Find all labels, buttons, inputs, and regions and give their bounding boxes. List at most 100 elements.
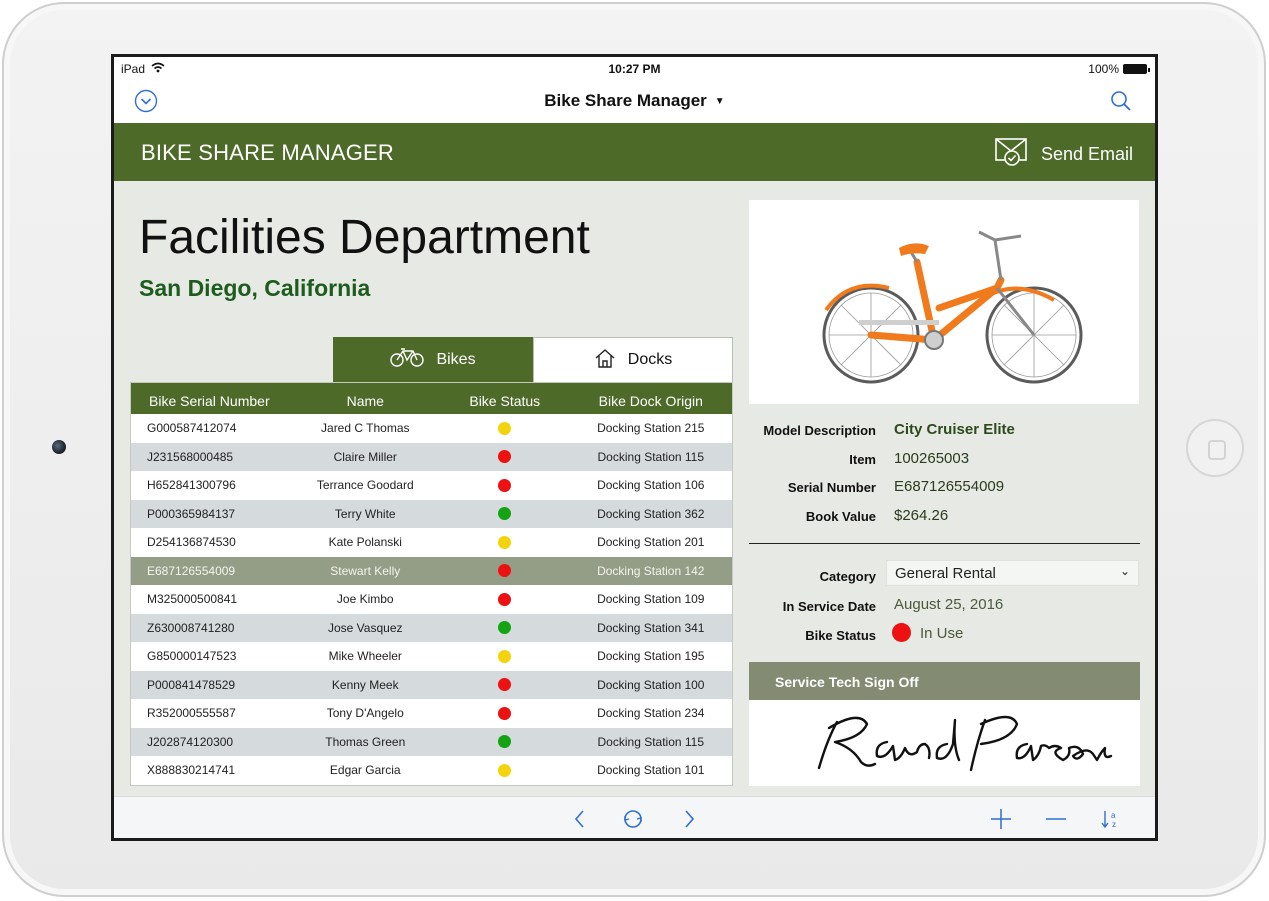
cell-name: Joe Kimbo xyxy=(336,592,394,607)
cell-status xyxy=(440,678,570,692)
table-row[interactable]: Z630008741280 Jose Vasquez Docking Station… xyxy=(131,613,732,642)
tab-bikes-label: Bikes xyxy=(436,350,476,368)
back-arrow-icon[interactable] xyxy=(569,808,591,830)
envelope-check-icon xyxy=(995,137,1029,172)
nav-bar: Bike Share Manager ▼ xyxy=(114,81,1155,123)
cell-name: Mike Wheeler xyxy=(328,649,402,664)
table-row[interactable]: G000587412074 Jared C Thomas Docking Stati… xyxy=(131,414,732,443)
status-dot-icon xyxy=(498,649,512,663)
cell-name: Kate Polanski xyxy=(328,535,402,550)
status-dot-icon xyxy=(498,421,512,435)
table-row[interactable]: P000365984137 Terry White Docking Station … xyxy=(131,499,732,528)
table-row[interactable]: E687126554009 Stewart Kelly Docking Statio… xyxy=(131,556,732,585)
book-value-label: Book Value xyxy=(805,509,876,524)
cell-serial: G000587412074 xyxy=(147,421,237,436)
table-row[interactable]: X888830214741 Edgar Garcia Docking Station… xyxy=(131,756,732,785)
status-bar: iPad 10:27 PM 100% xyxy=(114,57,1155,81)
forward-arrow-icon[interactable] xyxy=(678,808,700,830)
service-date-label: In Service Date xyxy=(782,599,876,614)
bikes-table: Bike Serial Number Name Bike Status Bike… xyxy=(130,382,733,786)
cell-status xyxy=(440,535,570,549)
table-row[interactable]: D254136874530 Kate Polanski Docking Statio… xyxy=(131,528,732,557)
table-body: G000587412074 Jared C Thomas Docking Stati… xyxy=(131,414,732,785)
plus-icon[interactable] xyxy=(990,808,1012,830)
status-dot-icon xyxy=(498,592,512,606)
service-date-value[interactable]: August 25, 2016 xyxy=(894,596,1003,613)
signature xyxy=(817,715,1113,772)
bike-status-value[interactable]: In Use xyxy=(920,625,963,642)
status-dot-icon xyxy=(498,450,512,464)
table-row[interactable]: P000841478529 Kenny Meek Docking Station 1… xyxy=(131,670,732,699)
category-select[interactable]: General Rental ⌄ xyxy=(886,560,1139,586)
status-dot-icon xyxy=(498,478,512,492)
cell-status xyxy=(440,478,570,492)
cell-name: Thomas Green xyxy=(325,734,406,749)
cell-serial: G850000147523 xyxy=(147,649,237,664)
category-value: General Rental xyxy=(895,565,996,582)
cell-status xyxy=(440,507,570,521)
signature-field[interactable] xyxy=(749,700,1140,786)
cell-dock: Docking Station 362 xyxy=(597,506,705,521)
model-label: Model Description xyxy=(763,423,876,438)
department-location: San Diego, California xyxy=(139,275,371,301)
cell-serial: Z630008741280 xyxy=(147,620,235,635)
table-row[interactable]: J202874120300 Thomas Green Docking Station… xyxy=(131,727,732,756)
table-header: Bike Serial Number Name Bike Status Bike… xyxy=(131,383,732,414)
status-dot-icon xyxy=(498,678,512,692)
col-header-serial[interactable]: Bike Serial Number xyxy=(131,393,291,409)
minus-icon[interactable] xyxy=(1045,808,1067,830)
cell-status xyxy=(440,621,570,635)
search-icon[interactable] xyxy=(1109,89,1133,113)
cell-serial: P000365984137 xyxy=(147,506,236,521)
item-label: Item xyxy=(849,452,876,467)
tab-docks[interactable]: Docks xyxy=(533,337,733,382)
bike-photo xyxy=(749,200,1139,404)
table-row[interactable]: H652841300796 Terrance Goodard Docking Sta… xyxy=(131,471,732,500)
camera xyxy=(52,440,66,454)
cell-name: Terry White xyxy=(334,506,396,521)
layout-content: BIKE SHARE MANAGER Send Email Facilities… xyxy=(114,123,1155,796)
cell-dock: Docking Station 101 xyxy=(597,763,705,778)
cell-serial: J202874120300 xyxy=(147,734,234,749)
cell-serial: M325000500841 xyxy=(147,592,238,607)
col-header-dock[interactable]: Bike Dock Origin xyxy=(570,393,732,409)
cell-name: Terrance Goodard xyxy=(316,478,414,493)
tab-bikes[interactable]: Bikes xyxy=(333,337,533,382)
status-dot-icon xyxy=(498,735,512,749)
serial-value: E687126554009 xyxy=(894,478,1005,495)
status-dot-icon xyxy=(498,564,512,578)
svg-text:a: a xyxy=(1111,811,1116,820)
cell-dock: Docking Station 142 xyxy=(597,563,705,578)
status-dot-icon xyxy=(498,507,512,521)
table-row[interactable]: J231568000485 Claire Miller Docking Statio… xyxy=(131,442,732,471)
cell-status xyxy=(440,421,570,435)
home-button[interactable] xyxy=(1186,419,1244,477)
cell-serial: X888830214741 xyxy=(147,763,236,778)
screen: iPad 10:27 PM 100% Bike Share Manager ▼ B… xyxy=(111,54,1158,841)
table-row[interactable]: G850000147523 Mike Wheeler Docking Station… xyxy=(131,642,732,671)
cell-dock: Docking Station 115 xyxy=(597,449,705,464)
table-row[interactable]: M325000500841 Joe Kimbo Docking Station 10… xyxy=(131,585,732,614)
col-header-name[interactable]: Name xyxy=(291,393,440,409)
book-value: $264.26 xyxy=(894,507,949,524)
cell-status xyxy=(440,564,570,578)
tab-docks-label: Docks xyxy=(627,351,673,368)
col-header-status[interactable]: Bike Status xyxy=(440,393,570,409)
cell-serial: D254136874530 xyxy=(147,535,236,550)
cell-status xyxy=(440,706,570,720)
chevron-down-icon: ⌄ xyxy=(1119,564,1130,578)
cell-name: Jared C Thomas xyxy=(321,421,410,436)
cell-name: Edgar Garcia xyxy=(329,763,401,778)
cell-serial: P000841478529 xyxy=(147,677,236,692)
item-value: 100265003 xyxy=(894,450,970,467)
sort-icon[interactable]: az xyxy=(1100,808,1122,830)
send-email-button[interactable]: Send Email xyxy=(995,137,1133,172)
nav-title-menu[interactable]: Bike Share Manager ▼ xyxy=(114,91,1155,111)
bottom-toolbar: az xyxy=(114,796,1155,838)
refresh-icon[interactable] xyxy=(622,808,644,830)
status-dot-icon xyxy=(498,763,512,777)
send-email-label: Send Email xyxy=(1040,144,1133,164)
cell-status xyxy=(440,763,570,777)
table-row[interactable]: R352000555587 Tony D'Angelo Docking Statio… xyxy=(131,699,732,728)
cell-status xyxy=(440,592,570,606)
